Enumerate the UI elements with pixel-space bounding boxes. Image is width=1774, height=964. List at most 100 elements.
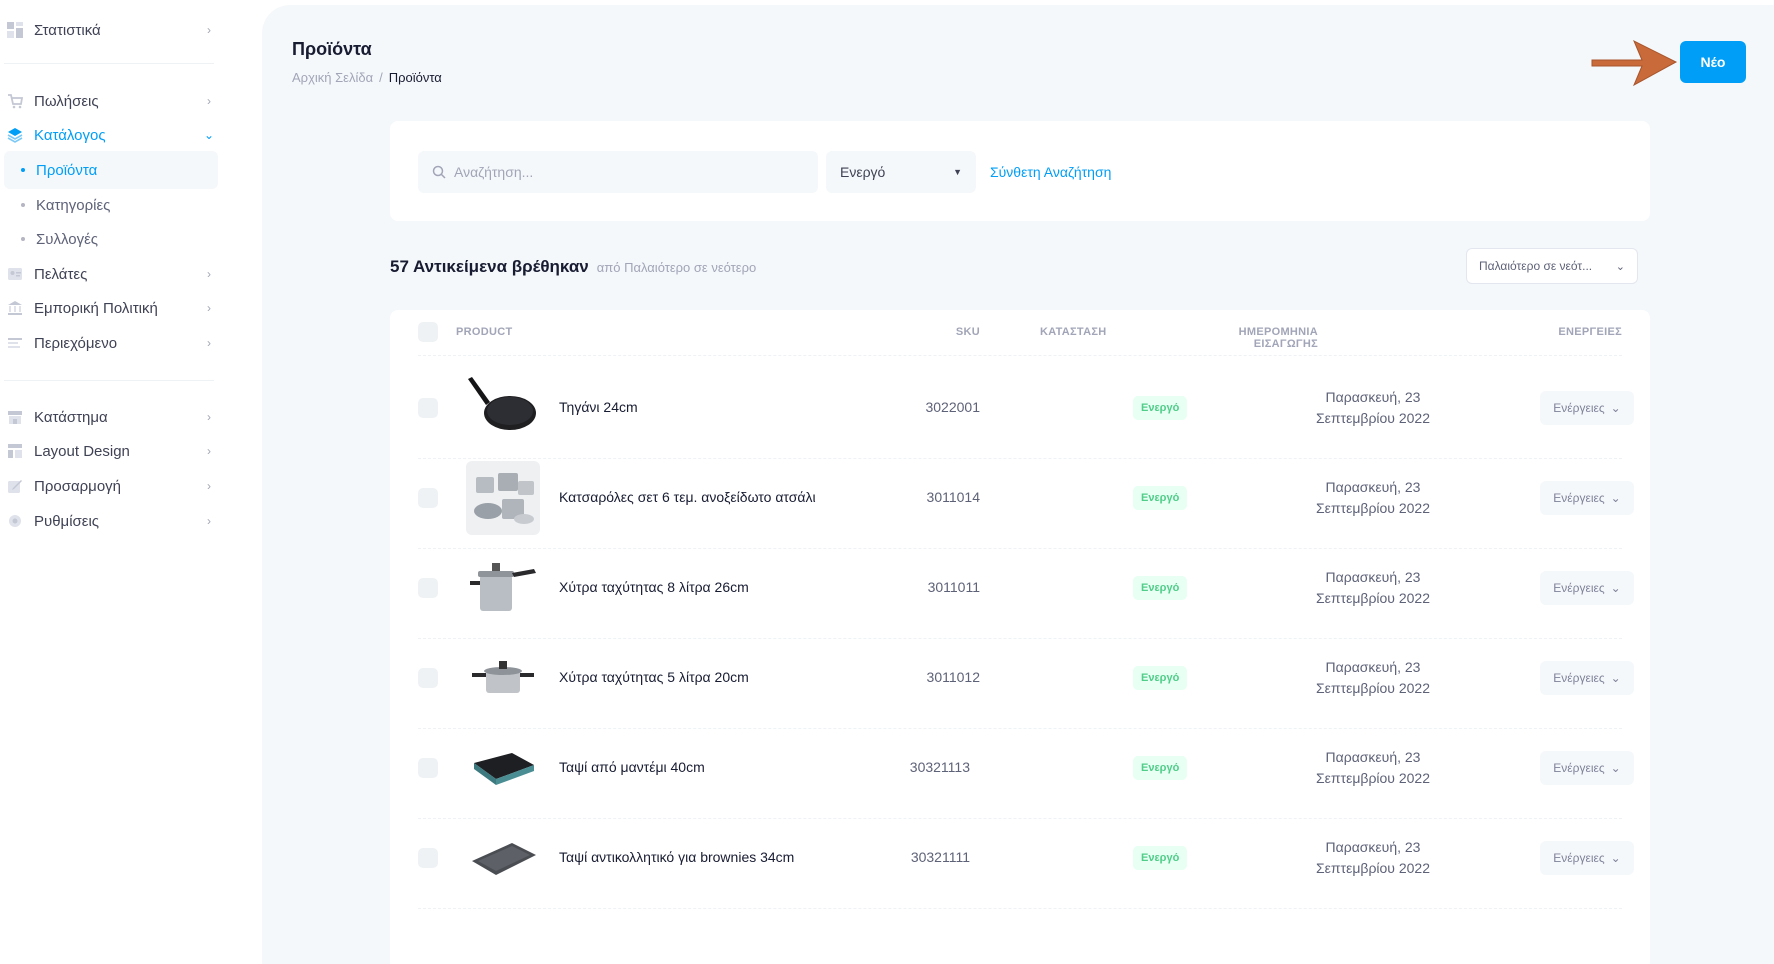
main-content: Προϊόντα Αρχική Σελίδα / Προϊόντα Νέο Εν… <box>262 5 1774 964</box>
search-input[interactable] <box>454 164 794 180</box>
chevron-down-icon: ⌄ <box>1610 581 1621 595</box>
product-name-link[interactable]: Χύτρα ταχύτητας 8 λίτρα 26cm <box>559 579 749 595</box>
actions-dropdown-button[interactable]: Ενέργειες ⌄ <box>1540 841 1634 875</box>
actions-label: Ενέργειες <box>1553 761 1605 775</box>
actions-label: Ενέργειες <box>1553 671 1605 685</box>
actions-label: Ενέργειες <box>1553 851 1605 865</box>
pointer-arrow-icon <box>1591 39 1678 87</box>
chevron-down-icon: ⌄ <box>1610 671 1621 685</box>
sidebar-item-layout-design[interactable]: Layout Design › <box>0 432 218 470</box>
product-date: Παρασκευή, 23 Σεπτεμβρίου 2022 <box>1278 387 1468 429</box>
advanced-search-link[interactable]: Σύνθετη Αναζήτηση <box>990 164 1111 180</box>
date-line-1: Παρασκευή, 23 <box>1325 749 1421 765</box>
row-checkbox[interactable] <box>418 848 438 868</box>
column-header-status[interactable]: ΚΑΤΑΣΤΑΣΗ <box>1040 326 1107 338</box>
sidebar-item-sales[interactable]: Πωλήσεις › <box>0 82 218 120</box>
sidebar-item-label: Πωλήσεις <box>34 92 99 110</box>
actions-dropdown-button[interactable]: Ενέργειες ⌄ <box>1540 391 1634 425</box>
column-header-actions: ΕΝΕΡΓΕΙΕΣ <box>1558 326 1622 338</box>
sidebar-item-catalog[interactable]: Κατάλογος ⌄ <box>0 116 218 154</box>
sidebar-item-customers[interactable]: Πελάτες › <box>0 255 218 293</box>
column-header-sku[interactable]: SKU <box>930 326 980 338</box>
sidebar-item-label: Στατιστικά <box>34 21 101 39</box>
product-name-link[interactable]: Τηγάνι 24cm <box>559 399 638 415</box>
baking-dish-icon <box>474 753 534 785</box>
date-line-2: Σεπτεμβρίου 2022 <box>1316 500 1430 516</box>
status-badge: Ενεργό <box>1133 756 1188 780</box>
sidebar-item-store[interactable]: Κατάστημα › <box>0 398 218 436</box>
product-thumbnail[interactable] <box>466 731 540 805</box>
product-name-link[interactable]: Χύτρα ταχύτητας 5 λίτρα 20cm <box>559 669 749 685</box>
bullet-icon <box>21 203 25 207</box>
sort-select[interactable]: Παλαιότερο σε νεότ... ⌄ <box>1466 248 1638 284</box>
breadcrumb-home[interactable]: Αρχική Σελίδα <box>292 70 373 85</box>
product-sku: 30321113 <box>909 759 970 775</box>
search-field[interactable] <box>418 151 818 193</box>
table-header: PRODUCT SKU ΚΑΤΑΣΤΑΣΗ ΗΜΕΡΟΜΗΝΙΑ ΕΙΣΑΓΩΓ… <box>418 310 1622 356</box>
sidebar-item-commercial-policy[interactable]: Εμπορική Πολιτική › <box>0 289 218 327</box>
edit-icon <box>6 478 24 494</box>
search-card: Ενεργό ▼ Σύνθετη Αναζήτηση <box>390 121 1650 221</box>
chevron-down-icon: ⌄ <box>1610 761 1621 775</box>
row-checkbox[interactable] <box>418 758 438 778</box>
sidebar-item-settings[interactable]: Ρυθμίσεις › <box>0 502 218 540</box>
sidebar-item-label: Layout Design <box>34 442 130 460</box>
sidebar-subitem-categories[interactable]: Κατηγορίες <box>0 186 218 224</box>
actions-dropdown-button[interactable]: Ενέργειες ⌄ <box>1540 571 1634 605</box>
status-select[interactable]: Ενεργό ▼ <box>826 151 976 193</box>
select-all-checkbox[interactable] <box>418 322 438 342</box>
sidebar-item-content[interactable]: Περιεχόμενο › <box>0 324 218 362</box>
product-name-link[interactable]: Ταψί αντικολλητικό για brownies 34cm <box>559 849 794 865</box>
product-thumbnail[interactable] <box>466 821 540 895</box>
row-checkbox[interactable] <box>418 668 438 688</box>
date-line-1: Παρασκευή, 23 <box>1325 389 1421 405</box>
results-header: 57 Αντικείμενα βρέθηκαν από Παλαιότερο σ… <box>390 257 756 277</box>
product-date: Παρασκευή, 23 Σεπτεμβρίου 2022 <box>1278 657 1468 699</box>
status-select-value: Ενεργό <box>840 164 886 180</box>
date-line-2: Σεπτεμβρίου 2022 <box>1316 770 1430 786</box>
product-thumbnail[interactable] <box>466 461 540 535</box>
column-header-product[interactable]: PRODUCT <box>456 326 513 338</box>
table-row: Ταψί αντικολλητικό για brownies 34cm 303… <box>418 807 1634 909</box>
chevron-right-icon: › <box>207 301 211 315</box>
status-badge: Ενεργό <box>1133 486 1188 510</box>
chevron-right-icon: › <box>207 23 211 37</box>
chevron-down-icon: ⌄ <box>1615 260 1625 273</box>
product-thumbnail[interactable] <box>466 641 540 715</box>
row-checkbox[interactable] <box>418 578 438 598</box>
table-row: Κατσαρόλες σετ 6 τεμ. ανοξείδωτο ατσάλι … <box>418 447 1634 549</box>
chevron-down-icon: ⌄ <box>1610 491 1621 505</box>
gear-icon <box>6 513 24 529</box>
row-checkbox[interactable] <box>418 488 438 508</box>
date-line-2: Σεπτεμβρίου 2022 <box>1316 410 1430 426</box>
sidebar-subitem-products[interactable]: Προϊόντα <box>4 151 218 189</box>
chevron-right-icon: › <box>207 267 211 281</box>
breadcrumb: Αρχική Σελίδα / Προϊόντα <box>292 70 442 85</box>
sidebar-subitem-label: Προϊόντα <box>36 161 98 179</box>
breadcrumb-separator: / <box>379 70 383 85</box>
status-badge: Ενεργό <box>1133 846 1188 870</box>
product-name-link[interactable]: Ταψί από μαντέμι 40cm <box>559 759 705 775</box>
chevron-right-icon: › <box>207 444 211 458</box>
column-header-date[interactable]: ΗΜΕΡΟΜΗΝΙΑ ΕΙΣΑΓΩΓΗΣ <box>1178 326 1318 350</box>
actions-label: Ενέργειες <box>1553 401 1605 415</box>
sidebar-subitem-collections[interactable]: Συλλογές <box>0 220 218 258</box>
baking-pan-icon <box>472 843 536 875</box>
pressure-cooker-icon <box>470 563 536 611</box>
page-title: Προϊόντα <box>292 39 372 59</box>
bullet-icon <box>21 168 25 172</box>
sidebar-item-customization[interactable]: Προσαρμογή › <box>0 467 218 505</box>
actions-dropdown-button[interactable]: Ενέργειες ⌄ <box>1540 481 1634 515</box>
product-thumbnail[interactable] <box>466 551 540 625</box>
row-checkbox[interactable] <box>418 398 438 418</box>
sidebar-item-label: Κατάστημα <box>34 408 108 426</box>
product-thumbnail[interactable] <box>466 371 540 445</box>
actions-dropdown-button[interactable]: Ενέργειες ⌄ <box>1540 751 1634 785</box>
actions-label: Ενέργειες <box>1553 581 1605 595</box>
sidebar-item-label: Πελάτες <box>34 265 88 283</box>
chevron-right-icon: › <box>207 479 211 493</box>
sidebar-item-statistics[interactable]: Στατιστικά › <box>0 11 218 49</box>
new-button[interactable]: Νέο <box>1680 41 1746 83</box>
product-name-link[interactable]: Κατσαρόλες σετ 6 τεμ. ανοξείδωτο ατσάλι <box>559 489 816 505</box>
actions-dropdown-button[interactable]: Ενέργειες ⌄ <box>1540 661 1634 695</box>
